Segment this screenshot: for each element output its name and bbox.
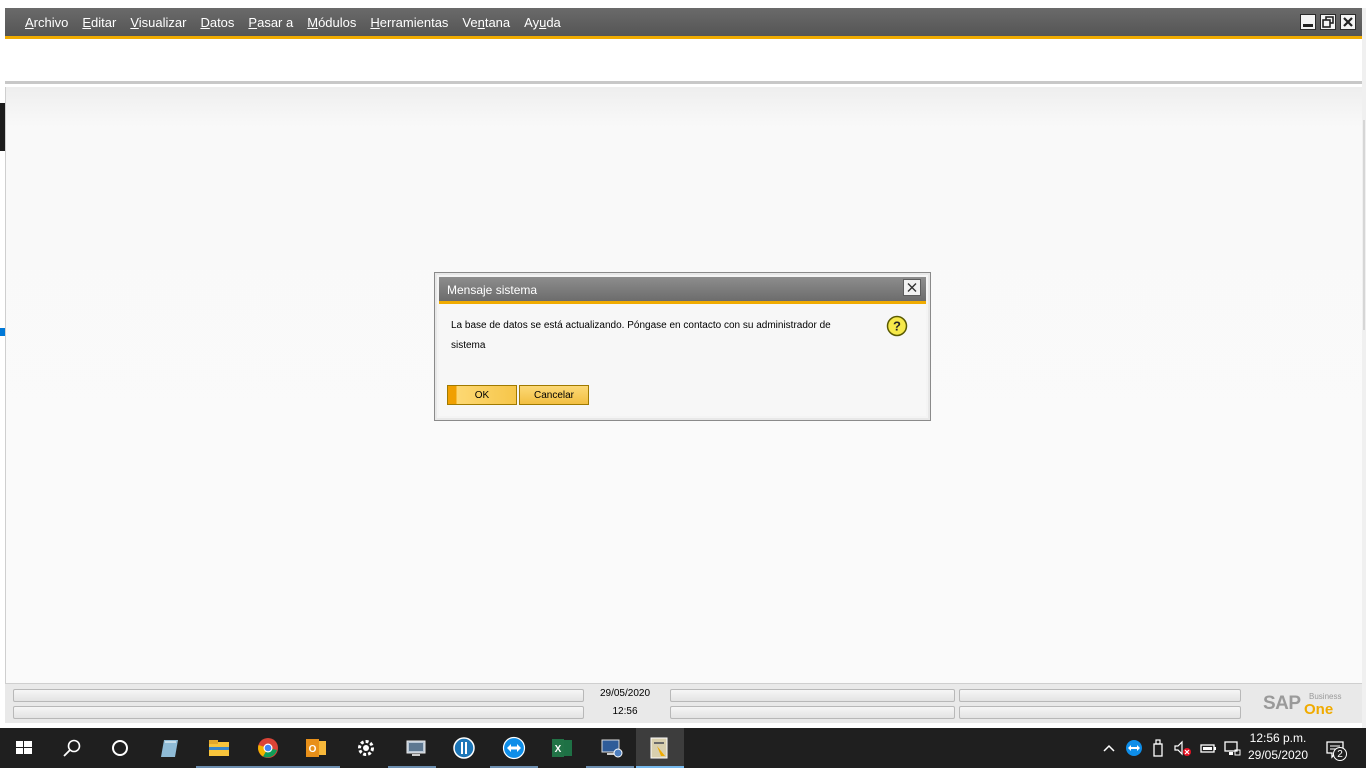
network-manager-icon[interactable] [404, 736, 428, 760]
cancel-button[interactable]: Cancelar [519, 385, 589, 405]
status-bar: 29/05/2020 12:56 SAP Business One [5, 683, 1362, 723]
question-icon: ? [886, 315, 908, 337]
sap-logo-word: SAP [1263, 693, 1301, 714]
app-icon[interactable] [452, 736, 476, 760]
restore-icon[interactable] [1320, 14, 1336, 30]
menu-item-text: tana [484, 14, 511, 30]
status-field-3 [670, 689, 955, 702]
excel-icon[interactable]: X [550, 736, 574, 760]
menu-item-access-key: D [200, 14, 210, 30]
taskbar-clock[interactable]: 12:56 p.m. 29/05/2020 [1242, 730, 1314, 764]
menu-item-access-key: n [477, 14, 485, 30]
menu-item-text: atos [209, 14, 235, 30]
usb-icon[interactable] [1148, 736, 1168, 760]
minimize-icon[interactable] [1300, 14, 1316, 30]
window-controls [1300, 14, 1356, 30]
menu-item-access-key: E [82, 14, 92, 30]
status-field-4 [670, 706, 955, 719]
task-view-icon[interactable] [108, 736, 132, 760]
status-field-6 [959, 706, 1241, 719]
svg-text:X: X [555, 744, 562, 755]
battery-icon[interactable] [1198, 736, 1218, 760]
teamviewer-tray-icon[interactable] [1124, 736, 1144, 760]
system-message-dialog: Mensaje sistema La base de datos se está… [434, 272, 931, 421]
chrome-icon[interactable] [256, 736, 280, 760]
main-menu: Archivo Editar Visualizar Datos Pasar a Módul… [25, 8, 575, 36]
status-time: 12:56 [612, 706, 638, 717]
menu-item-text: da [546, 14, 561, 30]
toolbar [5, 39, 1362, 84]
clock-date: 29/05/2020 [1247, 748, 1309, 762]
menu-item-text: asar a [257, 14, 294, 30]
start-icon[interactable] [12, 736, 36, 760]
menu-item-text: ditar [91, 14, 117, 30]
dialog-close-icon[interactable] [903, 279, 921, 296]
status-field-1 [13, 689, 584, 702]
status-date: 29/05/2020 [599, 688, 651, 699]
menu-item-ventana[interactable]: Ventana [462, 15, 510, 30]
dialog-message: La base de datos se está actualizando. P… [451, 320, 831, 351]
chevron-up-icon[interactable] [1100, 736, 1118, 760]
sap-logo-business: Business [1309, 692, 1342, 701]
menu-item-access-key: M [307, 14, 319, 30]
settings-icon[interactable] [354, 736, 378, 760]
dialog-body: La base de datos se está actualizando. P… [439, 304, 926, 416]
ok-button[interactable]: OK [447, 385, 517, 405]
search-icon[interactable] [60, 736, 84, 760]
notification-count-badge: 2 [1333, 747, 1347, 761]
svg-text:?: ? [893, 319, 901, 334]
menu-item-datos[interactable]: Datos [200, 15, 234, 30]
taskbar: O X 12:56 p.m. 29/05/2020 [0, 728, 1366, 768]
menu-item-archivo[interactable]: Archivo [25, 15, 68, 30]
menu-item-ayuda[interactable]: Ayuda [524, 15, 561, 30]
menu-item-text: Ay [524, 14, 540, 30]
sap-business-one-logo: SAP Business One [1263, 692, 1343, 718]
teamviewer-icon[interactable] [502, 736, 526, 760]
menu-item-text: rchivo [33, 14, 69, 30]
dialog-title-bar[interactable]: Mensaje sistema [439, 277, 926, 301]
menu-item-text: Ve [462, 14, 478, 30]
menu-item-text: isualizar [138, 14, 187, 30]
menu-item-editar[interactable]: Editar [82, 15, 116, 30]
close-icon[interactable] [1340, 14, 1356, 30]
menu-item-text: ódulos [318, 14, 357, 30]
remote-desktop-icon[interactable] [600, 736, 624, 760]
volume-muted-icon[interactable] [1172, 736, 1194, 760]
status-field-5 [959, 689, 1241, 702]
menu-item-herramientas[interactable]: Herramientas [370, 15, 448, 30]
file-explorer-icon[interactable] [207, 736, 231, 760]
notepad-icon[interactable] [158, 736, 182, 760]
dialog-title: Mensaje sistema [447, 283, 538, 297]
menu-item-visualizar[interactable]: Visualizar [130, 15, 186, 30]
sap-business-one-icon[interactable] [648, 736, 672, 760]
menu-item-pasar-a[interactable]: Pasar a [248, 15, 293, 30]
menu-item-access-key: P [248, 14, 258, 30]
sap-logo-one: One [1304, 701, 1334, 718]
menu-item-text: erramientas [379, 14, 449, 30]
menu-item-access-key: H [370, 14, 380, 30]
menu-item-access-key: V [130, 14, 139, 30]
svg-text:O: O [309, 744, 317, 755]
menu-item-m-dulos[interactable]: Módulos [307, 15, 356, 30]
clock-time: 12:56 p.m. [1249, 731, 1307, 745]
menu-item-access-key: A [25, 14, 34, 30]
scrollbar[interactable] [1363, 120, 1365, 330]
window-border-right [1362, 8, 1366, 728]
outlook-icon[interactable]: O [304, 736, 328, 760]
status-field-2 [13, 706, 584, 719]
network-icon[interactable] [1222, 736, 1242, 760]
menu-bar: Archivo Editar Visualizar Datos Pasar a Módul… [5, 8, 1362, 36]
